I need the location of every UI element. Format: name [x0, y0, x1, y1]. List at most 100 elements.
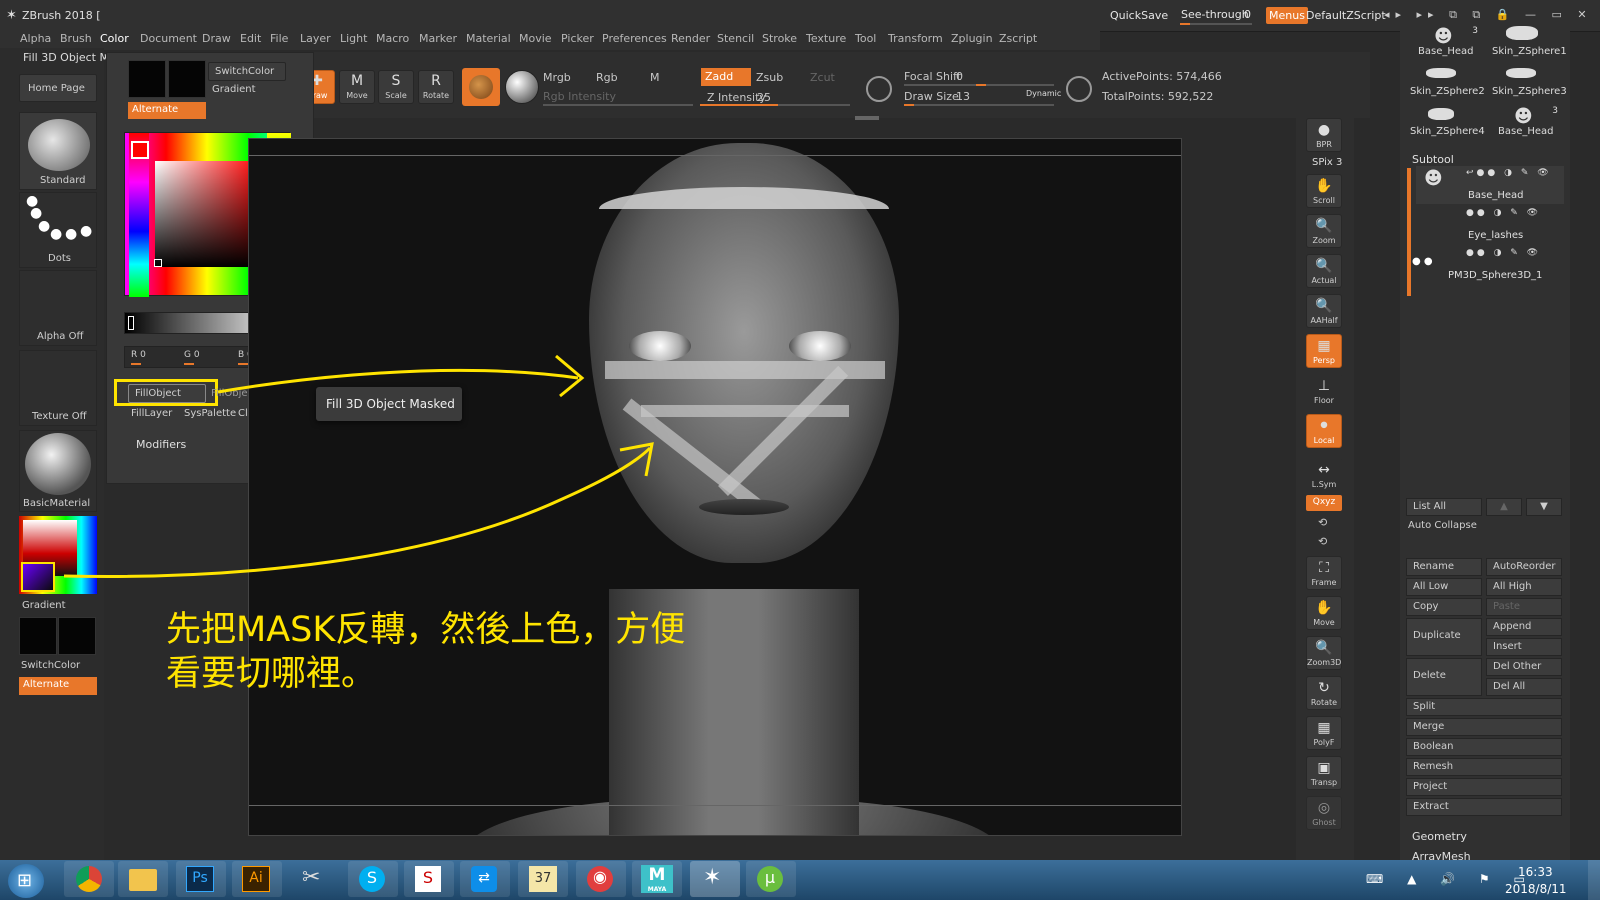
utorrent-taskbar-button[interactable]: µ	[746, 861, 796, 897]
transp-icon: ▣	[1317, 760, 1331, 776]
local-icon: ⚫	[1318, 418, 1330, 434]
autoreorder-button[interactable]: AutoReorder	[1486, 558, 1562, 576]
del-other-button[interactable]: Del Other	[1486, 658, 1562, 676]
show-desktop-button[interactable]	[1588, 860, 1600, 900]
tool-thumb-3[interactable]: Skin_ZSphere2	[1404, 66, 1485, 100]
persp-button[interactable]: ▦ Persp	[1306, 334, 1342, 368]
photoshop-taskbar-button[interactable]: Ps	[176, 861, 226, 897]
maya-taskbar-button[interactable]: M MAYA	[632, 861, 682, 897]
boolean-button[interactable]: Boolean	[1406, 738, 1562, 756]
paste-button[interactable]: Paste	[1486, 598, 1562, 616]
zsphere4-thumb-icon	[1428, 108, 1454, 120]
subtool-toggle-icons[interactable]: ↩●● ◑ ✎ 👁	[1466, 168, 1552, 178]
move-view-button[interactable]: ✋ Move	[1306, 596, 1342, 630]
illustrator-icon: Ai	[242, 866, 270, 892]
transp-button[interactable]: ▣ Transp	[1306, 756, 1342, 790]
explorer-taskbar-button[interactable]	[118, 861, 168, 897]
subtool-toggle-icons-2[interactable]: ●● ◑ ✎ 👁	[1466, 208, 1541, 218]
subtool-item-eye-lashes[interactable]: ●● ◑ ✎ 👁 Eye_lashes	[1416, 206, 1564, 244]
all-high-button[interactable]: All High	[1486, 578, 1562, 596]
rotate-y-icon[interactable]: ⟲	[1318, 516, 1327, 529]
zsphere3-thumb-icon	[1506, 68, 1536, 78]
tool-thumb-1[interactable]: ☻ 3 Base_Head	[1404, 26, 1482, 60]
zbrush-icon: ✶	[703, 865, 722, 890]
sketchup-taskbar-button[interactable]: S	[404, 861, 454, 897]
annotation-text: 先把MASK反轉，然後上色，方便 看要切哪裡。	[166, 610, 686, 694]
illustrator-taskbar-button[interactable]: Ai	[232, 861, 282, 897]
move-down-button[interactable]: ▼	[1526, 498, 1562, 516]
zoom3d-button[interactable]: 🔍 Zoom3D	[1306, 636, 1342, 670]
polyf-button[interactable]: ▦ PolyF	[1306, 716, 1342, 750]
ghost-button[interactable]: ◎ Ghost	[1306, 796, 1342, 830]
tool-thumb-5[interactable]: Skin_ZSphere4	[1404, 106, 1485, 140]
move-view-icon: ✋	[1315, 600, 1333, 616]
del-all-button[interactable]: Del All	[1486, 678, 1562, 696]
teamviewer-taskbar-button[interactable]: ⇄	[460, 861, 510, 897]
rename-button[interactable]: Rename	[1406, 558, 1482, 576]
bpr-button[interactable]: ● BPR	[1306, 118, 1342, 152]
auto-collapse-button[interactable]: Auto Collapse	[1408, 520, 1477, 531]
zoom-button[interactable]: 🔍 Zoom	[1306, 214, 1342, 248]
merge-button[interactable]: Merge	[1406, 718, 1562, 736]
list-all-button[interactable]: List All	[1406, 498, 1482, 516]
zbrush-taskbar-button[interactable]: ✶	[690, 861, 740, 897]
rotate-view-button[interactable]: ↻ Rotate	[1306, 676, 1342, 710]
tool-thumb-2[interactable]: Skin_ZSphere1	[1484, 26, 1567, 60]
rotate-z-icon[interactable]: ⟲	[1318, 535, 1327, 548]
project-button[interactable]: Project	[1406, 778, 1562, 796]
zoom-icon: 🔍	[1315, 218, 1333, 234]
geometry-section[interactable]: Geometry	[1412, 830, 1467, 843]
zoom3d-icon: 🔍	[1315, 640, 1333, 656]
subtool-item-base-head[interactable]: ☻ ↩●● ◑ ✎ 👁 Base_Head	[1416, 166, 1564, 204]
frame-icon: ⛶	[1319, 560, 1329, 576]
lsym-button[interactable]: ↔ L.Sym	[1306, 458, 1342, 492]
spix-label[interactable]: SPix 3	[1312, 157, 1342, 168]
clock-date[interactable]: 2018/8/11	[1505, 882, 1567, 896]
chrome-taskbar-button[interactable]	[64, 861, 114, 897]
aahalf-icon: 🔍	[1315, 298, 1333, 314]
tool-thumb-6[interactable]: ☻ 3 Base_Head	[1484, 106, 1562, 140]
extract-button[interactable]: Extract	[1406, 798, 1562, 816]
subtool-scrollbar[interactable]	[1407, 168, 1411, 296]
netease-music-icon: ◉	[587, 866, 613, 892]
polyf-icon: ▦	[1317, 720, 1331, 736]
subtool-title[interactable]: Subtool	[1412, 153, 1454, 166]
remesh-button[interactable]: Remesh	[1406, 758, 1562, 776]
start-button[interactable]: ⊞	[8, 864, 44, 898]
lsym-icon: ↔	[1318, 462, 1330, 478]
calendar-taskbar-button[interactable]: 37	[518, 861, 568, 897]
frame-button[interactable]: ⛶ Frame	[1306, 556, 1342, 590]
qxyz-button[interactable]: Qxyz	[1306, 495, 1342, 511]
paint-taskbar-button[interactable]: ✂	[290, 861, 340, 897]
folder-icon	[129, 869, 157, 891]
copy-button[interactable]: Copy	[1406, 598, 1482, 616]
insert-button[interactable]: Insert	[1486, 638, 1562, 656]
utorrent-icon: µ	[757, 866, 783, 892]
subtool-item-sphere[interactable]: ● ● ●● ◑ ✎ 👁 PM3D_Sphere3D_1	[1412, 246, 1564, 284]
all-low-button[interactable]: All Low	[1406, 578, 1482, 596]
subtool-thumb-icon: ☻	[1424, 168, 1443, 189]
floor-button[interactable]: ⊥ Floor	[1306, 374, 1342, 408]
maya-icon: M MAYA	[641, 865, 673, 893]
sphere-dot-icon: ● ●	[1412, 256, 1433, 267]
skype-taskbar-button[interactable]: S	[348, 861, 398, 897]
skype-icon: S	[359, 866, 385, 892]
tool-thumb-4[interactable]: Skin_ZSphere3	[1484, 66, 1567, 100]
clock-time[interactable]: 16:33	[1518, 865, 1553, 879]
netease-taskbar-button[interactable]: ◉	[576, 861, 626, 897]
append-button[interactable]: Append	[1486, 618, 1562, 636]
local-button[interactable]: ⚫ Local	[1306, 414, 1342, 448]
split-button[interactable]: Split	[1406, 698, 1562, 716]
move-up-button[interactable]: ▲	[1486, 498, 1522, 516]
zsphere2-thumb-icon	[1426, 68, 1456, 78]
aahalf-button[interactable]: 🔍 AAHalf	[1306, 294, 1342, 328]
duplicate-button[interactable]: Duplicate	[1406, 618, 1482, 656]
calendar-icon: 37	[529, 866, 557, 892]
bpr-icon: ●	[1317, 122, 1331, 138]
chrome-icon	[76, 866, 102, 892]
scroll-button[interactable]: ✋ Scroll	[1306, 174, 1342, 208]
actual-button[interactable]: 🔍 Actual	[1306, 254, 1342, 288]
actual-icon: 🔍	[1315, 258, 1333, 274]
delete-button[interactable]: Delete	[1406, 658, 1482, 696]
subtool-toggle-icons-3[interactable]: ●● ◑ ✎ 👁	[1466, 248, 1541, 258]
